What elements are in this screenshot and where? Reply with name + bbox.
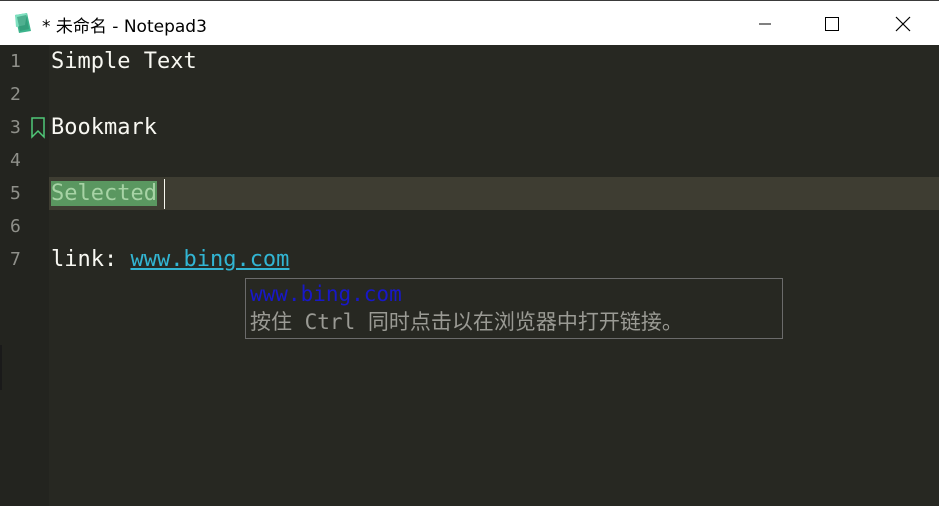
tooltip-url: www.bing.com [250, 282, 402, 306]
line-number: 7 [10, 249, 21, 270]
tooltip-hint: 按住 Ctrl 同时点击以在浏览器中打开链接。 [250, 310, 683, 334]
selected-text[interactable]: Selected [51, 181, 157, 206]
close-button[interactable] [868, 1, 938, 46]
minimize-button[interactable] [730, 1, 800, 46]
line-number: 5 [10, 183, 21, 204]
line-number: 3 [10, 117, 21, 138]
link-prefix: link: [51, 247, 131, 272]
maximize-icon [825, 16, 839, 31]
link-tooltip: www.bing.com 按住 Ctrl 同时点击以在浏览器中打开链接。 [245, 278, 783, 339]
line-number-gutter[interactable] [0, 45, 49, 506]
close-icon [895, 16, 911, 31]
editor-line[interactable]: Simple Text [51, 45, 197, 78]
window-title: * 未命名 - Notepad3 [42, 17, 207, 37]
gutter-edge [0, 345, 2, 390]
current-line-highlight [49, 177, 939, 210]
title-bar[interactable]: * 未命名 - Notepad3 [0, 0, 939, 45]
line-number: 1 [10, 51, 21, 72]
text-caret [164, 179, 165, 209]
editor-line[interactable]: Bookmark [51, 111, 157, 144]
bookmark-icon[interactable] [30, 117, 46, 139]
maximize-button[interactable] [797, 1, 867, 46]
minimize-icon [759, 23, 771, 24]
line-number: 4 [10, 150, 21, 171]
editor-line-selected[interactable]: Selected [51, 177, 157, 210]
line-number: 6 [10, 216, 21, 237]
editor-line[interactable]: link: www.bing.com [51, 243, 289, 276]
line-number: 2 [10, 84, 21, 105]
hyperlink[interactable]: www.bing.com [130, 247, 289, 272]
notepad3-app-icon[interactable] [11, 11, 35, 35]
editor-area[interactable]: 1 2 3 4 5 6 7 Simple Text Bookmark Selec… [0, 45, 939, 506]
